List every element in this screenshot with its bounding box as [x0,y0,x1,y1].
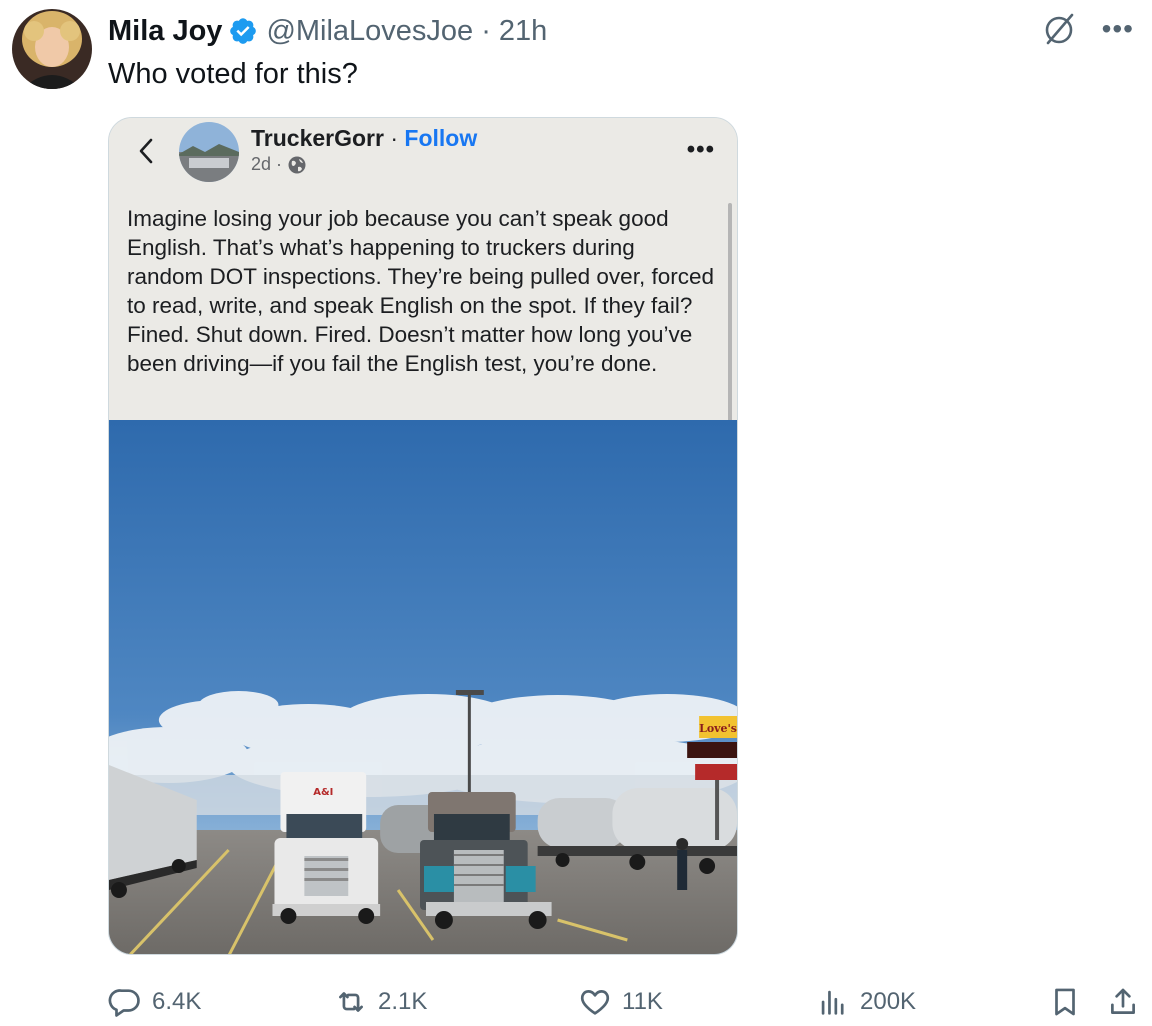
screenshot-author-name: TruckerGorr [251,125,384,151]
views-icon [821,990,844,1015]
share-button[interactable] [1106,982,1140,1022]
screenshot-more-icon: ••• [686,136,715,163]
screenshot-time: 2d [251,154,272,174]
tweet-timestamp[interactable]: 21h [499,15,547,48]
reply-icon [108,989,140,1017]
screenshot-author-avatar [179,122,239,182]
screenshot-meta: 2d · [251,154,307,175]
screenshot-meta-separator: · [276,154,283,174]
screenshot-follow-label: Follow [404,125,478,151]
repost-icon [339,992,363,1012]
photo-truck-label: A&I [313,787,333,798]
tweet-action-bar: 6.4K 2.1K 11K 200K [108,982,1148,1022]
screenshot-author-line: TruckerGorr · Follow [251,125,477,152]
screenshot-separator: · [390,125,399,151]
author-avatar[interactable] [12,9,92,89]
globe-icon [288,156,306,173]
reply-button[interactable]: 6.4K [108,982,201,1022]
repost-count: 2.1K [378,988,428,1015]
more-icon[interactable]: ••• [1102,15,1134,43]
heart-icon [580,990,610,1015]
header-actions: ••• [1042,12,1134,46]
author-handle[interactable]: @MilaLovesJoe [266,15,473,48]
reply-count: 6.4K [152,988,202,1015]
screenshot-post-body: Imagine losing your job because you can’… [127,206,714,376]
share-icon [1111,988,1135,1014]
like-count: 11K [622,988,663,1015]
like-button[interactable]: 11K [578,982,663,1022]
bookmark-icon [1055,988,1075,1016]
back-arrow-icon [139,138,153,164]
verified-badge-icon[interactable] [228,16,258,46]
tweet-media-image[interactable]: TruckerGorr · Follow 2d · ••• Imagine lo… [108,117,738,955]
tweet-text: Who voted for this? [108,58,358,90]
screenshot-post-header: TruckerGorr · Follow 2d · ••• Imagine lo… [109,118,737,420]
views-button[interactable]: 200K [816,982,916,1022]
grok-icon[interactable] [1042,12,1076,46]
header-separator: · [481,14,491,47]
author-name[interactable]: Mila Joy [108,15,222,48]
bookmark-button[interactable] [1048,982,1082,1022]
photo-sign-label: Love's [699,722,737,735]
tweet-header: Mila Joy @MilaLovesJoe · 21h [108,12,547,50]
view-count: 200K [860,988,917,1015]
repost-button[interactable]: 2.1K [334,982,427,1022]
truck-stop-photo: Love's A&I [109,420,737,954]
